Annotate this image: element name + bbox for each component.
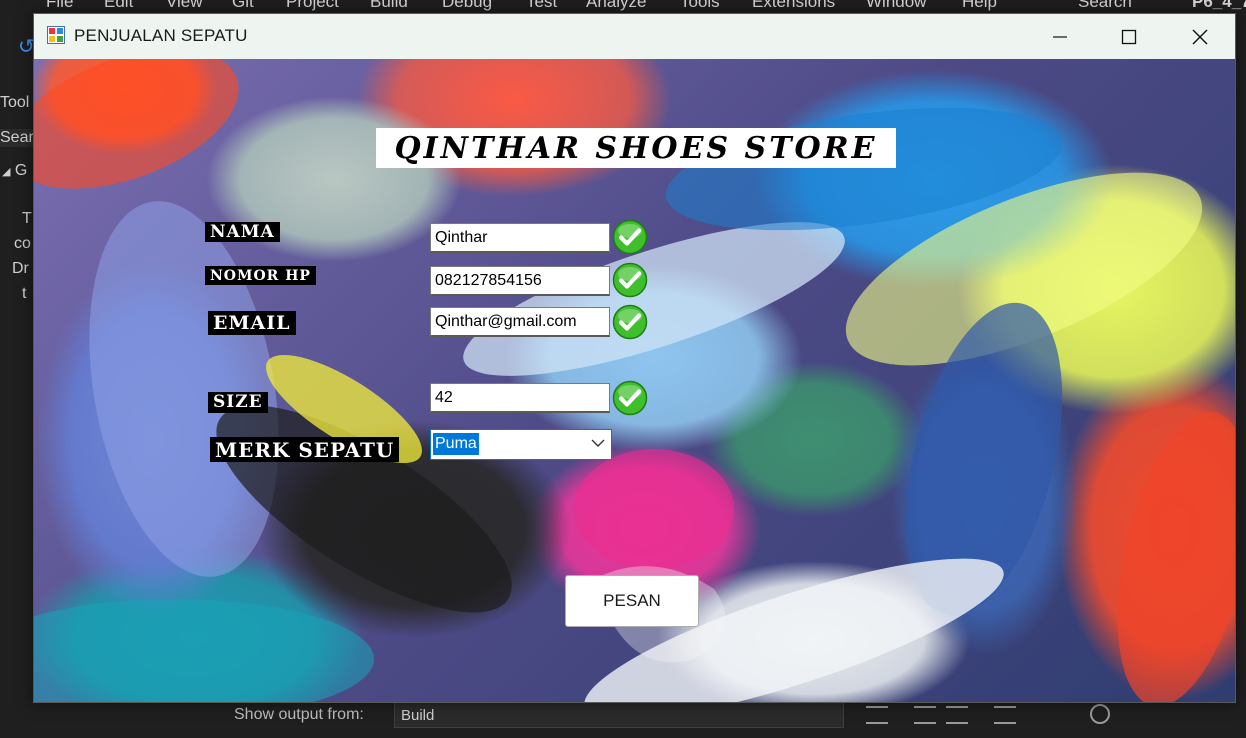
menu-debug[interactable]: Debug <box>442 0 492 12</box>
chevron-down-icon[interactable] <box>591 438 605 448</box>
menu-project[interactable]: Project <box>286 0 339 12</box>
output-from-select[interactable]: Build <box>394 702 844 728</box>
pesan-button[interactable]: PESAN <box>565 575 699 627</box>
close-icon <box>1192 29 1208 44</box>
menu-build[interactable]: Build <box>370 0 408 12</box>
maximize-icon <box>1121 29 1137 44</box>
maximize-button[interactable] <box>1094 14 1164 59</box>
window-title: PENJUALAN SEPATU <box>74 26 248 45</box>
toolbox-text-1: T <box>22 210 32 227</box>
nama-label: NAMA <box>205 222 280 242</box>
nomor-hp-label: NOMOR HP <box>205 266 316 285</box>
app-window: PENJUALAN SEPATU QINTHAR SHOES STORE NAM… <box>33 13 1236 703</box>
title-bar[interactable]: PENJUALAN SEPATU <box>34 14 1235 59</box>
toolbox-group-label: G <box>14 162 28 179</box>
store-title: QINTHAR SHOES STORE <box>376 128 896 168</box>
toolbox-search[interactable]: Sear <box>0 129 34 147</box>
menu-help[interactable]: Help <box>962 0 997 12</box>
ide-left-panel: ↺ Tool Sear ◢ G T co Dr t <box>0 14 34 738</box>
menu-extensions[interactable]: Extensions <box>752 0 835 12</box>
ide-search[interactable]: Search <box>1078 0 1132 12</box>
output-clear-icon[interactable] <box>866 706 888 724</box>
menu-file[interactable]: File <box>46 0 73 12</box>
size-input[interactable]: 42 <box>430 383 610 413</box>
menu-window[interactable]: Window <box>866 0 926 12</box>
minimize-icon <box>1053 35 1067 38</box>
project-badge: P6_4_7 <box>1192 0 1246 11</box>
minimize-button[interactable] <box>1025 14 1095 59</box>
toolbox-group[interactable]: ◢ G <box>2 162 27 180</box>
output-from-value: Build <box>401 707 435 724</box>
merk-sepatu-label: MERK SEPATU <box>210 437 400 462</box>
check-icon <box>612 380 648 416</box>
email-input[interactable]: Qinthar@gmail.com <box>430 307 610 337</box>
toolbox-text-2: co <box>14 235 31 252</box>
nama-input[interactable]: Qinthar <box>430 223 610 253</box>
merk-sepatu-select[interactable]: Puma <box>430 429 612 460</box>
output-from-label: Show output from: <box>234 706 364 723</box>
output-next-icon[interactable] <box>946 706 968 724</box>
toolbox-text-3: Dr <box>12 260 29 277</box>
nomor-hp-input[interactable]: 082127854156 <box>430 266 610 296</box>
menu-edit[interactable]: Edit <box>104 0 133 12</box>
ide-output-toolbar: Show output from: Build <box>34 700 1246 738</box>
menu-analyze[interactable]: Analyze <box>586 0 646 12</box>
collapse-icon: ◢ <box>2 166 11 178</box>
size-label: SIZE <box>208 392 268 413</box>
menu-tools[interactable]: Tools <box>680 0 720 12</box>
menu-test[interactable]: Test <box>526 0 557 12</box>
toolbox-label[interactable]: Tool <box>0 94 29 112</box>
output-wrap-icon[interactable] <box>994 706 1016 724</box>
email-label: EMAIL <box>208 311 296 335</box>
close-button[interactable] <box>1165 14 1235 59</box>
ide-circle-icon: ↺ <box>18 36 34 58</box>
app-icon <box>47 26 65 44</box>
ide-menubar: File Edit View Git Project Build Debug T… <box>0 0 1246 14</box>
menu-git[interactable]: Git <box>232 0 254 12</box>
check-icon <box>612 304 648 340</box>
check-icon <box>612 262 648 298</box>
output-toggle-icon[interactable] <box>1090 704 1110 724</box>
form-client-area: QINTHAR SHOES STORE NAMA NOMOR HP EMAIL … <box>34 59 1235 702</box>
toolbox-text-4: t <box>22 285 27 302</box>
check-icon <box>612 219 648 255</box>
merk-sepatu-value: Puma <box>433 433 479 455</box>
menu-view[interactable]: View <box>166 0 203 12</box>
output-prev-icon[interactable] <box>914 706 936 724</box>
